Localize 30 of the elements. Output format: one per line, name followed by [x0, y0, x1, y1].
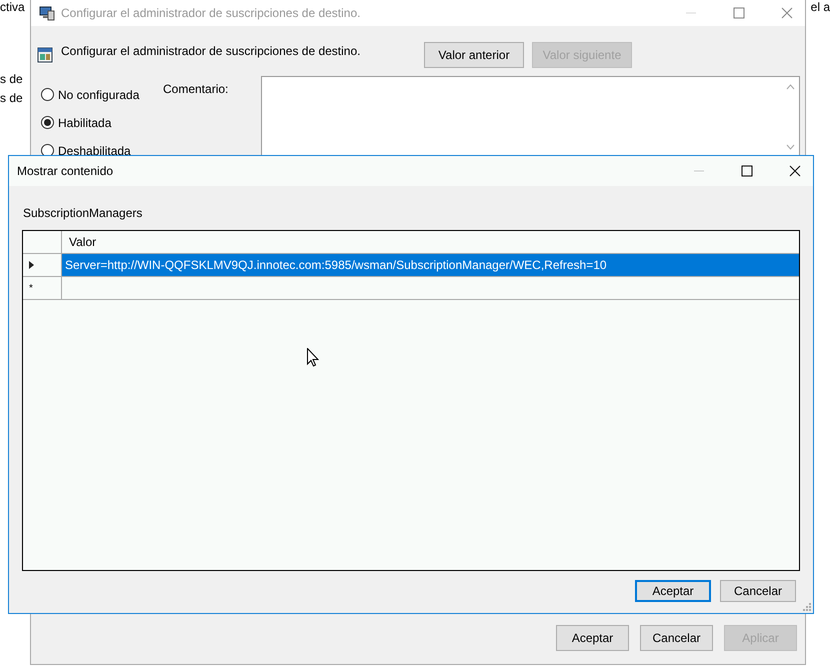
comment-field[interactable] [261, 76, 800, 158]
background-text: s de [0, 91, 24, 105]
dialog-button[interactable]: Cancelar [640, 625, 713, 651]
policy-heading: Configurar el administrador de suscripciones de destino. [61, 44, 362, 58]
column-header[interactable]: Valor [62, 231, 799, 253]
background-text: el a [810, 0, 830, 14]
background-text: s de [0, 72, 24, 86]
dialog-button[interactable]: Cancelar [720, 580, 796, 602]
dialog-button[interactable]: Aceptar [635, 580, 711, 602]
current-row-icon [29, 261, 34, 269]
window-title: Configurar el administrador de suscripciones de destino. [61, 6, 360, 20]
computer-icon [39, 5, 55, 21]
scroll-down-icon[interactable] [786, 144, 795, 150]
radio-option[interactable]: Habilitada [41, 115, 163, 130]
list-name: SubscriptionManagers [23, 206, 144, 220]
settings-page-icon [37, 47, 53, 63]
new-row-marker: * [29, 282, 33, 294]
dialog-button[interactable]: Aceptar [556, 625, 629, 651]
radio-option[interactable]: No configurada [41, 87, 163, 102]
close-icon[interactable] [789, 165, 801, 177]
comment-label: Comentario: [163, 82, 230, 96]
row-header[interactable]: * [23, 277, 62, 299]
nav-button[interactable]: Valor anterior [424, 42, 524, 68]
cursor-icon [307, 348, 319, 367]
table-cell[interactable]: Server=http://WIN-QQFSKLMV9QJ.innotec.com:5985/wsman/SubscriptionManager/WEC,Refresh=10 [62, 254, 799, 276]
window-title: Mostrar contenido [17, 164, 114, 178]
background-text: ctiva [0, 0, 25, 14]
resize-grip-icon[interactable] [803, 603, 811, 611]
maximize-icon[interactable] [741, 165, 753, 177]
scroll-up-icon[interactable] [786, 84, 795, 90]
